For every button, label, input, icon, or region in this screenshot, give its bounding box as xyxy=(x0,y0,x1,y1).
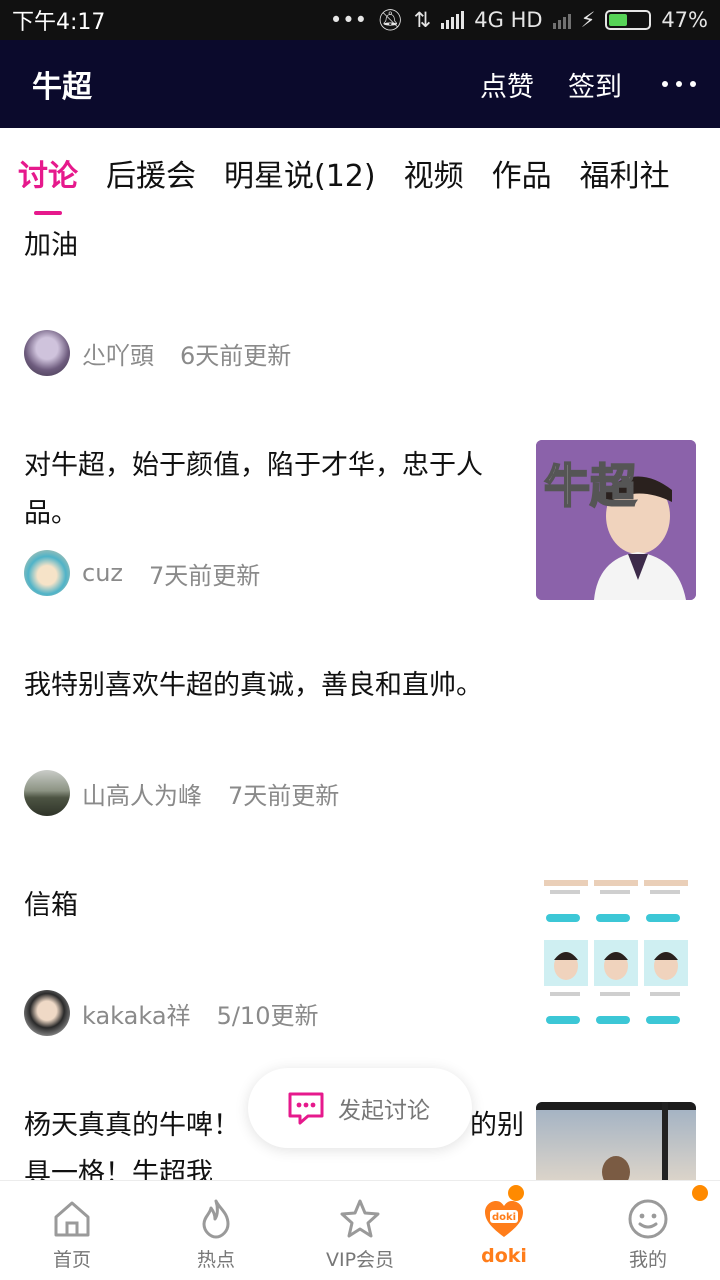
notification-dot xyxy=(692,1185,708,1201)
nav-hot-label: 热点 xyxy=(196,1249,235,1271)
home-icon xyxy=(54,1201,90,1237)
nav-vip-label: VIP会员 xyxy=(325,1249,395,1271)
nav-home[interactable]: 首页 xyxy=(0,1181,144,1280)
battery-percent: 47% xyxy=(661,8,708,32)
list-item[interactable]: 加油 尐吖頭 6天前更新 xyxy=(0,218,720,418)
battery-icon xyxy=(605,10,652,30)
list-item[interactable]: 信箱 kakaka祥 5/10更新 xyxy=(0,858,720,1078)
flame-icon xyxy=(202,1199,230,1239)
svg-text:doki: doki xyxy=(492,1212,516,1223)
post-thumbnail[interactable]: 牛超 xyxy=(536,440,696,600)
post-thumbnail[interactable] xyxy=(536,880,696,1040)
post-text: 加油 xyxy=(24,230,78,261)
tab-discussion[interactable]: 讨论 xyxy=(18,151,78,195)
nav-vip[interactable]: VIP会员 xyxy=(288,1181,432,1280)
network-type: 4G HD xyxy=(474,8,543,32)
notification-dot xyxy=(508,1185,524,1201)
app-header: 牛超 点赞 签到 xyxy=(0,40,720,128)
thumb-caption: 牛超 xyxy=(544,459,637,513)
signal-empty-icon xyxy=(552,11,571,29)
chat-bubble-icon xyxy=(288,1092,324,1125)
tab-welfare[interactable]: 福利社 xyxy=(580,151,670,195)
photo-image xyxy=(536,1102,696,1180)
post-time: 6天前更新 xyxy=(180,341,292,370)
nav-doki-label: doki xyxy=(481,1245,527,1267)
more-dots-icon[interactable] xyxy=(662,81,696,87)
tab-works[interactable]: 作品 xyxy=(492,151,552,195)
post-time: 5/10更新 xyxy=(216,1001,319,1030)
doki-heart-icon: doki xyxy=(485,1201,523,1237)
like-button[interactable]: 点赞 xyxy=(480,65,534,104)
nav-home-label: 首页 xyxy=(52,1249,91,1271)
nav-me[interactable]: 我的 xyxy=(576,1181,720,1280)
author-row: cuz 7天前更新 xyxy=(24,550,260,596)
avatar[interactable] xyxy=(24,330,70,376)
post-text-start: 杨天真真的牛啤！ xyxy=(24,1110,240,1141)
author-row: 尐吖頭 6天前更新 xyxy=(24,330,291,376)
tab-fanclub[interactable]: 后援会 xyxy=(106,151,196,195)
post-text-line: 对牛超，始于颜值，陷于才华，忠于人 xyxy=(24,450,483,481)
signal-icon xyxy=(441,11,465,29)
nav-hot[interactable]: 热点 xyxy=(144,1181,288,1280)
post-time: 7天前更新 xyxy=(228,781,340,810)
start-discussion-button[interactable]: 发起讨论 xyxy=(248,1068,472,1148)
mute-bell-icon: 🔕︎ xyxy=(377,7,404,32)
nav-doki[interactable]: doki doki xyxy=(432,1181,576,1280)
checkin-button[interactable]: 签到 xyxy=(568,65,622,104)
page-title: 牛超 xyxy=(32,70,92,105)
post-text: 信箱 xyxy=(24,890,78,921)
avatar[interactable] xyxy=(24,550,70,596)
post-thumbnail[interactable] xyxy=(536,1102,696,1180)
author-name[interactable]: cuz xyxy=(82,559,123,587)
status-time: 下午4:17 xyxy=(12,10,106,35)
tab-star-says[interactable]: 明星说(12) xyxy=(224,151,376,195)
author-name[interactable]: 山高人为峰 xyxy=(82,776,202,811)
post-text: 我特别喜欢牛超的真诚，善良和直帅。 xyxy=(24,670,483,701)
list-item[interactable]: 我特别喜欢牛超的真诚，善良和直帅。 山高人为峰 7天前更新 xyxy=(0,638,720,858)
nav-me-label: 我的 xyxy=(628,1249,667,1271)
tab-bar: 讨论 后援会 明星说(12) 视频 作品 福利社 xyxy=(0,128,720,218)
more-notifications-icon: ••• xyxy=(329,8,367,32)
post-text-line: 品。 xyxy=(24,498,78,529)
post-text-line: 具一格！牛超我 xyxy=(24,1158,213,1180)
author-row: 山高人为峰 7天前更新 xyxy=(24,770,339,816)
author-name[interactable]: 尐吖頭 xyxy=(82,336,154,371)
smiley-icon xyxy=(628,1199,668,1239)
status-bar: 下午4:17 ••• 🔕︎ ⇅ 4G HD ⚡ 47% xyxy=(0,0,720,40)
avatar[interactable] xyxy=(24,990,70,1036)
charging-icon: ⚡ xyxy=(580,8,596,32)
data-transfer-icon: ⇅ xyxy=(413,8,432,32)
post-time: 7天前更新 xyxy=(149,561,261,590)
portrait-image: 牛超 xyxy=(536,440,696,600)
author-row: kakaka祥 5/10更新 xyxy=(24,990,318,1036)
post-text-end: 的别 xyxy=(470,1110,524,1141)
author-name[interactable]: kakaka祥 xyxy=(82,996,191,1031)
vip-star-icon xyxy=(340,1199,380,1238)
post-text: 对牛超，始于颜值，陷于才华，忠于人 品。 xyxy=(24,442,524,538)
grid-collage-image xyxy=(536,880,696,1040)
start-discussion-label: 发起讨论 xyxy=(338,1098,430,1124)
avatar[interactable] xyxy=(24,770,70,816)
tab-videos[interactable]: 视频 xyxy=(404,151,464,195)
status-icons: ••• 🔕︎ ⇅ 4G HD ⚡ 47% xyxy=(330,8,708,33)
discussion-feed: 加油 尐吖頭 6天前更新 对牛超，始于颜值，陷于才华，忠于人 品。 cuz 7天… xyxy=(0,218,720,1180)
bottom-nav: 首页 热点 VIP会员 doki doki 我的 xyxy=(0,1180,720,1280)
list-item[interactable]: 对牛超，始于颜值，陷于才华，忠于人 品。 cuz 7天前更新 牛超 xyxy=(0,418,720,638)
